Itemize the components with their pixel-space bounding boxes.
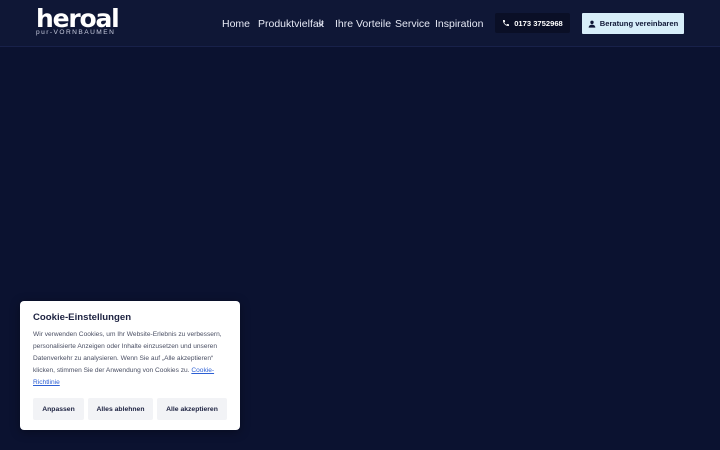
site-header: heroal pur-VORNBAUMEN Home Produktvielfa… <box>0 0 720 47</box>
chevron-down-icon[interactable] <box>318 21 324 27</box>
customize-button[interactable]: Anpassen <box>33 398 84 420</box>
phone-button[interactable]: 0173 3752968 <box>495 13 570 33</box>
nav-item-home[interactable]: Home <box>222 17 250 31</box>
cookie-consent-dialog: Cookie-Einstellungen Wir verwenden Cooki… <box>20 301 240 430</box>
nav-item-produktvielfalt[interactable]: Produktvielfalt <box>258 17 324 31</box>
user-icon <box>588 20 596 28</box>
accept-all-button[interactable]: Alle akzeptieren <box>157 398 227 420</box>
cookie-dialog-title: Cookie-Einstellungen <box>33 312 132 323</box>
phone-icon <box>503 20 510 26</box>
cookie-dialog-text: Wir verwenden Cookies, um Ihr Website-Er… <box>33 329 229 389</box>
phone-number: 0173 3752968 <box>514 18 563 28</box>
logo-tagline: pur-VORNBAUMEN <box>36 29 116 36</box>
nav-item-service[interactable]: Service <box>395 17 430 31</box>
nav-item-ihre-vorteile[interactable]: Ihre Vorteile <box>335 17 391 31</box>
heroal-logo[interactable]: heroal pur-VORNBAUMEN <box>36 5 136 39</box>
reject-all-button[interactable]: Alles ablehnen <box>88 398 153 420</box>
consultation-button[interactable]: Beratung vereinbaren <box>582 13 684 34</box>
nav-item-inspiration[interactable]: Inspiration <box>435 17 483 31</box>
consultation-label: Beratung vereinbaren <box>599 19 679 28</box>
